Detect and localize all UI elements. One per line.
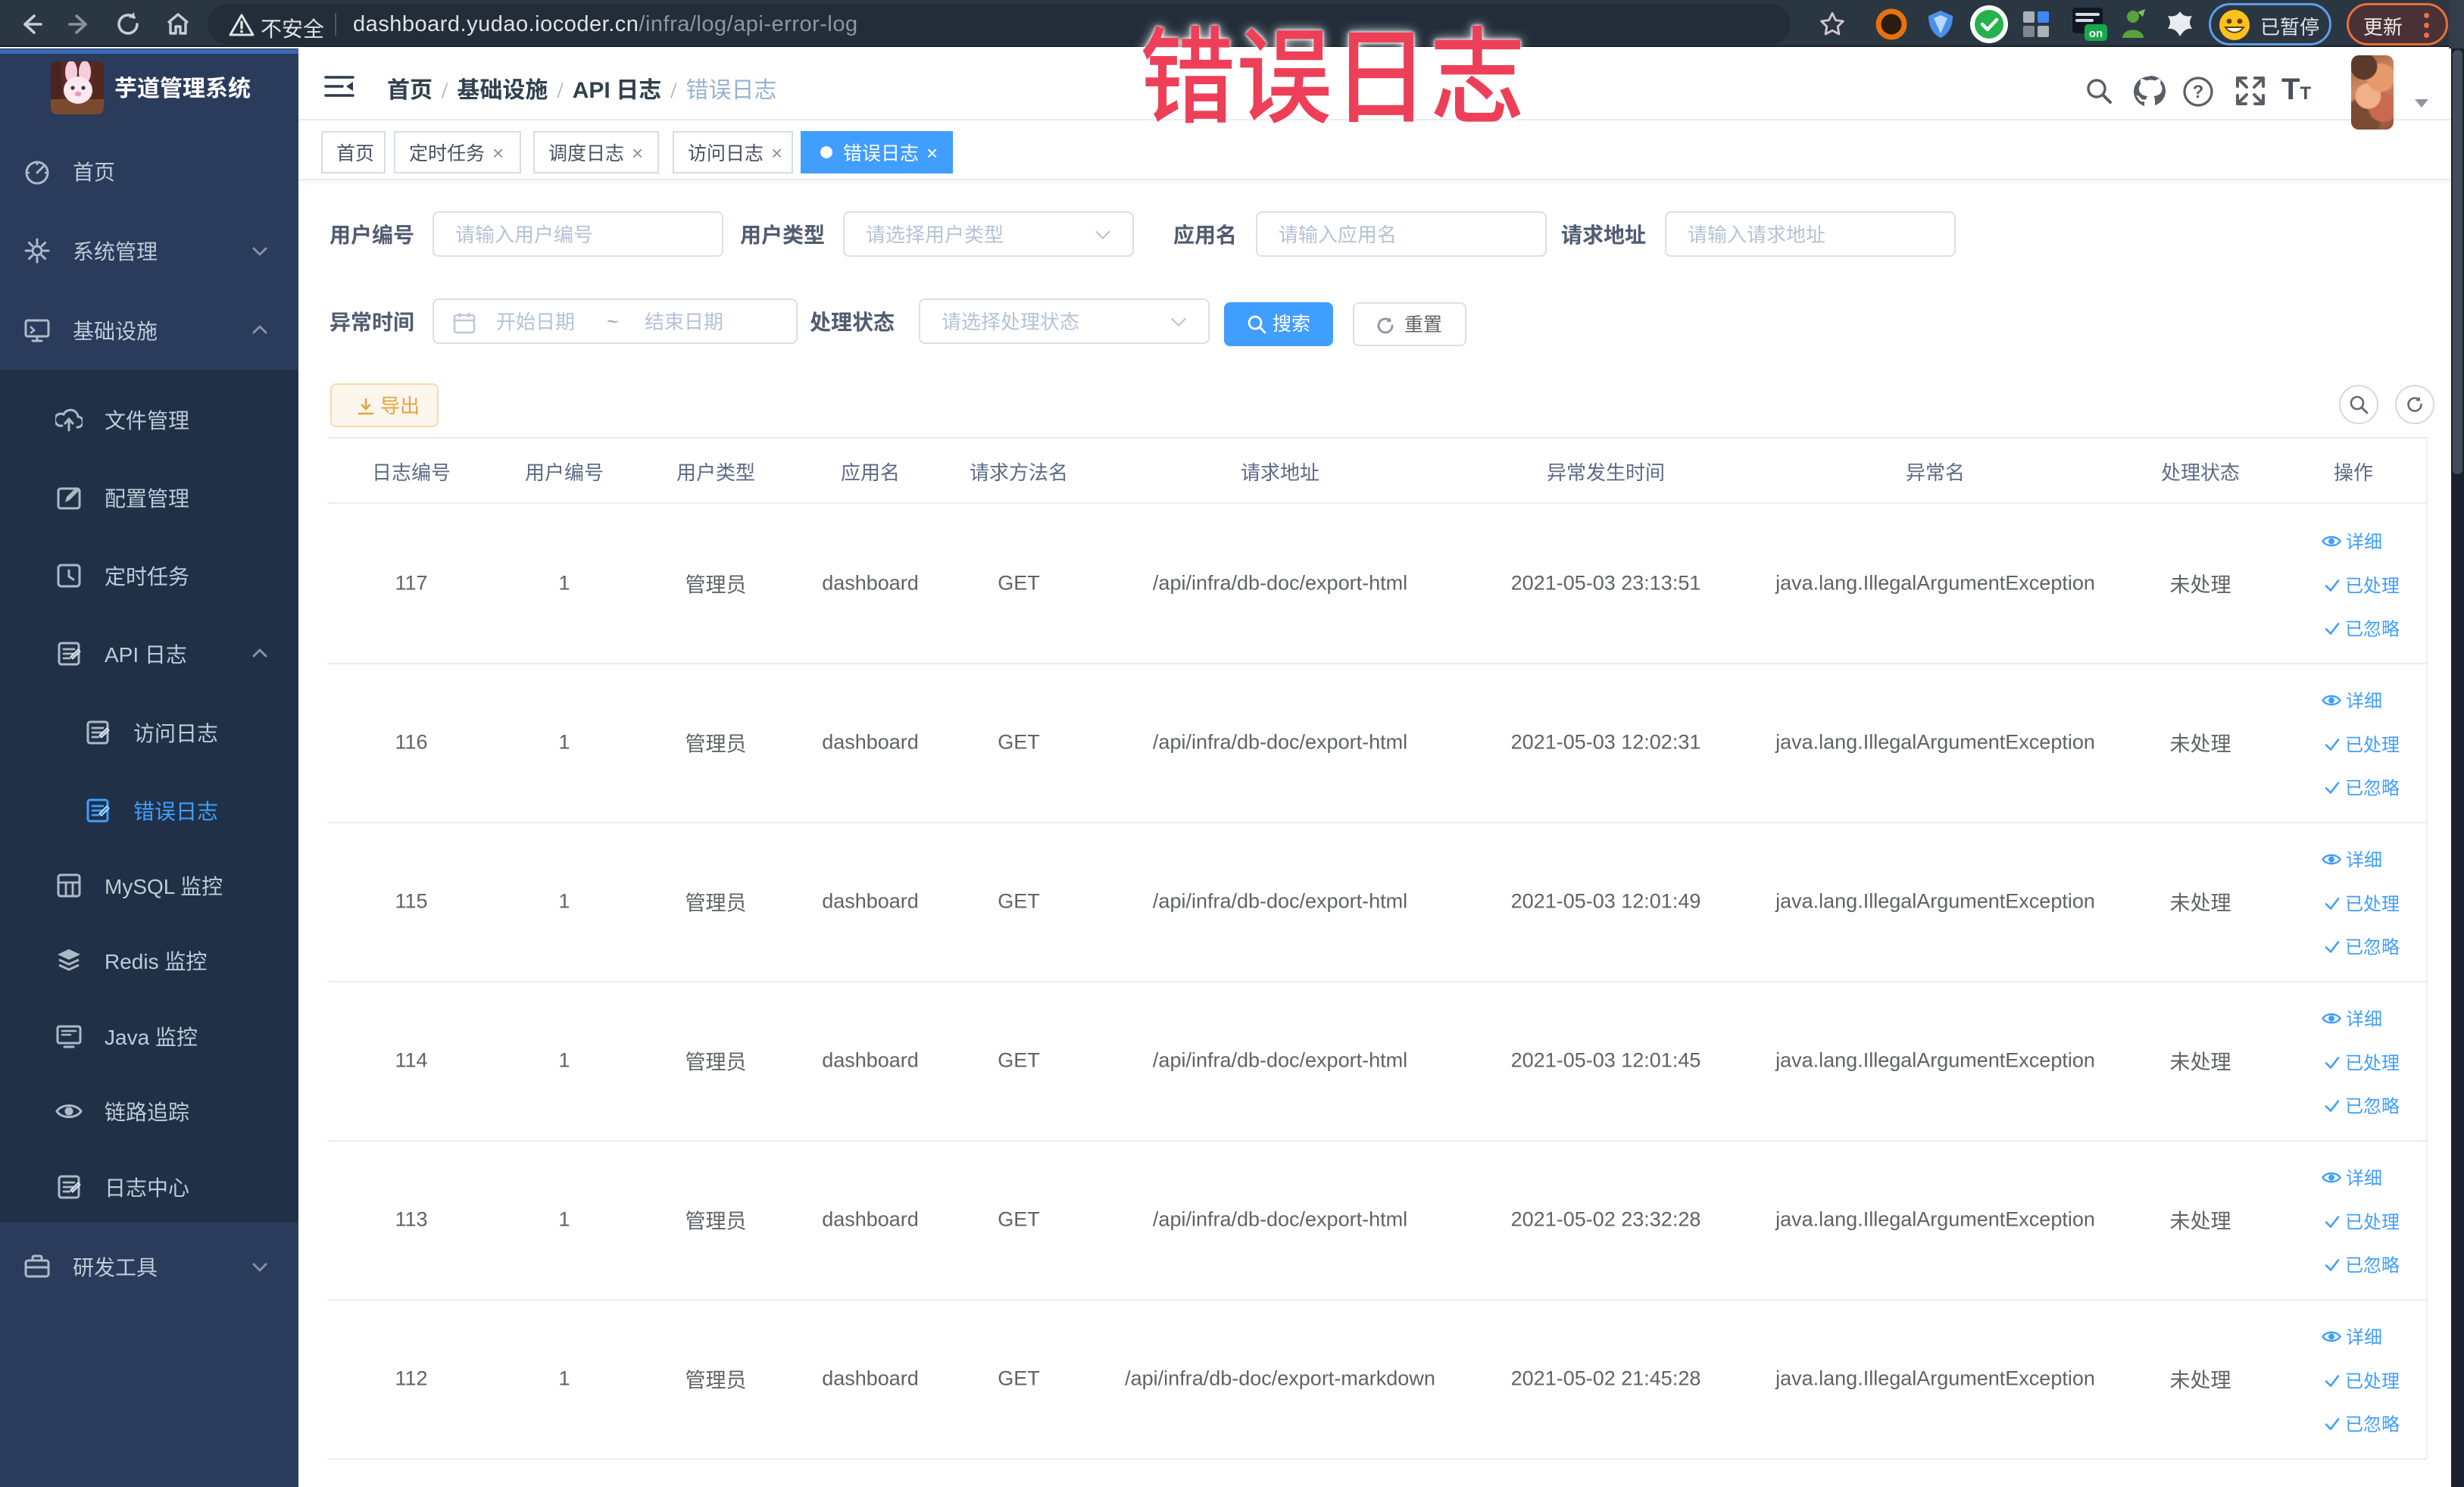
- svg-text:on: on: [2089, 27, 2103, 40]
- svg-text:?: ?: [2193, 82, 2204, 102]
